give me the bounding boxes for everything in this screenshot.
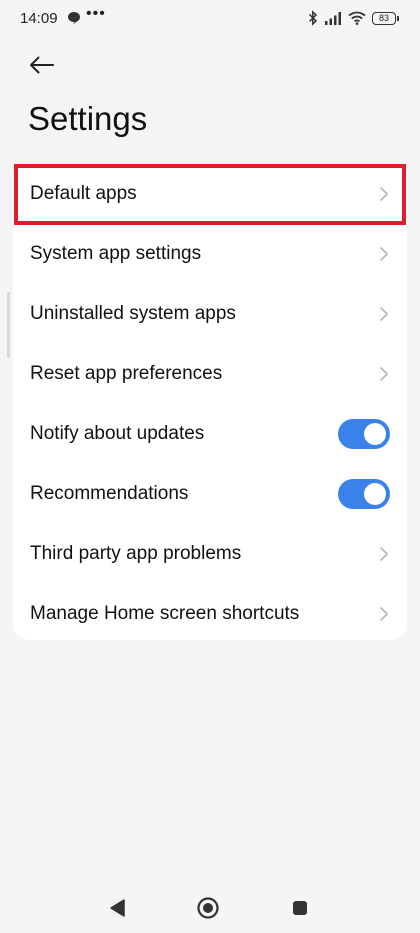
settings-item-label: Recommendations xyxy=(30,483,189,504)
settings-item-recommendations: Recommendations xyxy=(13,464,407,524)
settings-item-label: System app settings xyxy=(30,243,202,264)
notify-updates-toggle[interactable] xyxy=(338,419,390,449)
toggle-knob xyxy=(364,423,386,445)
settings-item-system-app-settings[interactable]: System app settings xyxy=(13,224,407,284)
settings-item-label: Uninstalled system apps xyxy=(30,303,236,324)
square-recents-icon xyxy=(293,901,307,915)
triangle-back-icon xyxy=(110,899,125,917)
circle-home-icon xyxy=(197,897,219,919)
nav-back-button[interactable] xyxy=(104,895,130,921)
status-bar: 14:09 ••• 83 xyxy=(0,0,420,38)
status-time: 14:09 xyxy=(20,10,58,27)
chevron-right-icon xyxy=(380,547,388,561)
settings-item-label: Default apps xyxy=(30,183,137,204)
settings-item-third-party-app-problems[interactable]: Third party app problems xyxy=(13,524,407,584)
settings-item-reset-app-preferences[interactable]: Reset app preferences xyxy=(13,344,407,404)
battery-icon: 83 xyxy=(372,11,399,25)
battery-level: 83 xyxy=(378,12,389,23)
nav-home-button[interactable] xyxy=(195,895,221,921)
settings-item-label: Reset app preferences xyxy=(30,363,223,384)
wifi-icon xyxy=(348,11,366,25)
scroll-indicator xyxy=(7,292,10,358)
settings-item-label: Notify about updates xyxy=(30,423,205,444)
status-more-dots: ••• xyxy=(86,5,106,22)
settings-item-manage-home-screen-shortcuts[interactable]: Manage Home screen shortcuts xyxy=(13,584,407,644)
chat-bubble-icon xyxy=(68,12,80,25)
signal-icon xyxy=(325,12,341,25)
chevron-right-icon xyxy=(380,307,388,321)
recommendations-toggle[interactable] xyxy=(338,479,390,509)
toggle-knob xyxy=(364,483,386,505)
chevron-right-icon xyxy=(380,367,388,381)
bluetooth-icon xyxy=(308,10,318,26)
settings-screen: 14:09 ••• 83 Settings Default apps Syste… xyxy=(0,0,420,933)
chevron-right-icon xyxy=(380,187,388,201)
settings-item-label: Manage Home screen shortcuts xyxy=(30,603,300,624)
page-title: Settings xyxy=(28,100,148,137)
settings-item-default-apps[interactable]: Default apps xyxy=(13,164,407,224)
settings-item-notify-about-updates: Notify about updates xyxy=(13,404,407,464)
nav-recents-button[interactable] xyxy=(287,895,313,921)
chevron-right-icon xyxy=(380,607,388,621)
settings-card: Default apps System app settings Uninsta… xyxy=(13,164,407,640)
arrow-left-icon xyxy=(30,56,54,74)
back-button[interactable] xyxy=(22,48,62,82)
settings-item-label: Third party app problems xyxy=(30,543,242,564)
navigation-bar xyxy=(0,885,420,929)
chevron-right-icon xyxy=(380,247,388,261)
status-icons: 83 xyxy=(308,9,399,27)
settings-item-uninstalled-system-apps[interactable]: Uninstalled system apps xyxy=(13,284,407,344)
